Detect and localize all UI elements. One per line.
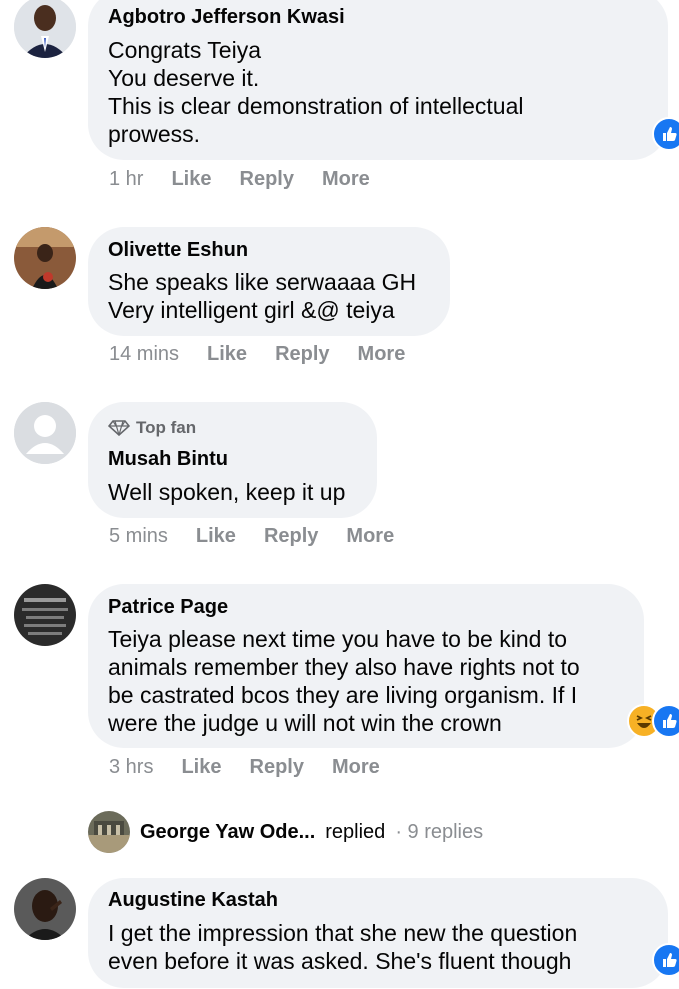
avatar[interactable]: [14, 227, 76, 289]
avatar[interactable]: [14, 402, 76, 464]
like-reaction-icon[interactable]: [652, 704, 679, 738]
comment-bubble: Augustine Kastah I get the impression th…: [88, 878, 668, 988]
top-fan-label: Top fan: [136, 418, 197, 437]
avatar[interactable]: [14, 878, 76, 940]
reply-button[interactable]: Reply: [240, 168, 294, 191]
comment-author[interactable]: Augustine Kastah: [108, 889, 278, 912]
comment-author[interactable]: Olivette Eshun: [108, 239, 248, 262]
comment-actions: 1 hr Like Reply More: [109, 168, 370, 191]
top-fan-badge: Top fan: [108, 418, 196, 438]
comment-time: 5 mins: [109, 525, 168, 547]
comment-time: 1 hr: [109, 168, 144, 190]
diamond-icon: [108, 420, 130, 436]
comment-actions: 3 hrs Like Reply More: [109, 756, 380, 779]
reply-count[interactable]: · 9 replies: [395, 821, 483, 844]
comment-text: I get the impression that she new the qu…: [108, 920, 578, 974]
avatar[interactable]: [14, 0, 76, 58]
replied-label: replied: [325, 820, 386, 843]
reply-button[interactable]: Reply: [264, 525, 318, 548]
like-reaction-icon[interactable]: [652, 943, 679, 977]
like-reaction-icon[interactable]: [652, 117, 679, 151]
comment-text: Well spoken, keep it up: [108, 479, 346, 505]
comment-text: Teiya please next time you have to be ki…: [108, 626, 580, 736]
comment-time: 3 hrs: [109, 756, 154, 778]
comment-bubble: Patrice Page Teiya please next time you …: [88, 584, 644, 748]
comment-time: 14 mins: [109, 343, 180, 365]
more-button[interactable]: More: [346, 525, 394, 548]
like-button[interactable]: Like: [196, 525, 236, 548]
like-button[interactable]: Like: [207, 343, 247, 366]
more-button[interactable]: More: [332, 756, 380, 779]
comment-text: She speaks like serwaaaa GH Very intelli…: [108, 269, 417, 323]
comment-author[interactable]: Patrice Page: [108, 596, 228, 619]
comment-actions: 14 mins Like Reply More: [109, 343, 405, 366]
more-button[interactable]: More: [358, 343, 406, 366]
like-button[interactable]: Like: [181, 756, 221, 779]
like-button[interactable]: Like: [171, 168, 211, 191]
reply-author[interactable]: George Yaw Ode...: [140, 821, 315, 844]
avatar: [88, 811, 130, 853]
comment-bubble: Agbotro Jefferson Kwasi Congrats Teiya Y…: [88, 0, 668, 160]
reply-button[interactable]: Reply: [275, 343, 329, 366]
view-replies-link[interactable]: George Yaw Ode... replied · 9 replies: [88, 811, 483, 853]
comment-author[interactable]: Agbotro Jefferson Kwasi: [108, 6, 345, 29]
reply-button[interactable]: Reply: [250, 756, 304, 779]
comment-author[interactable]: Musah Bintu: [108, 448, 228, 471]
comment-text: Congrats Teiya You deserve it. This is c…: [108, 37, 524, 147]
comment-bubble: Top fan Musah Bintu Well spoken, keep it…: [88, 402, 377, 518]
avatar[interactable]: [14, 584, 76, 646]
more-button[interactable]: More: [322, 168, 370, 191]
comment-actions: 5 mins Like Reply More: [109, 525, 394, 548]
comment-bubble: Olivette Eshun She speaks like serwaaaa …: [88, 227, 450, 336]
